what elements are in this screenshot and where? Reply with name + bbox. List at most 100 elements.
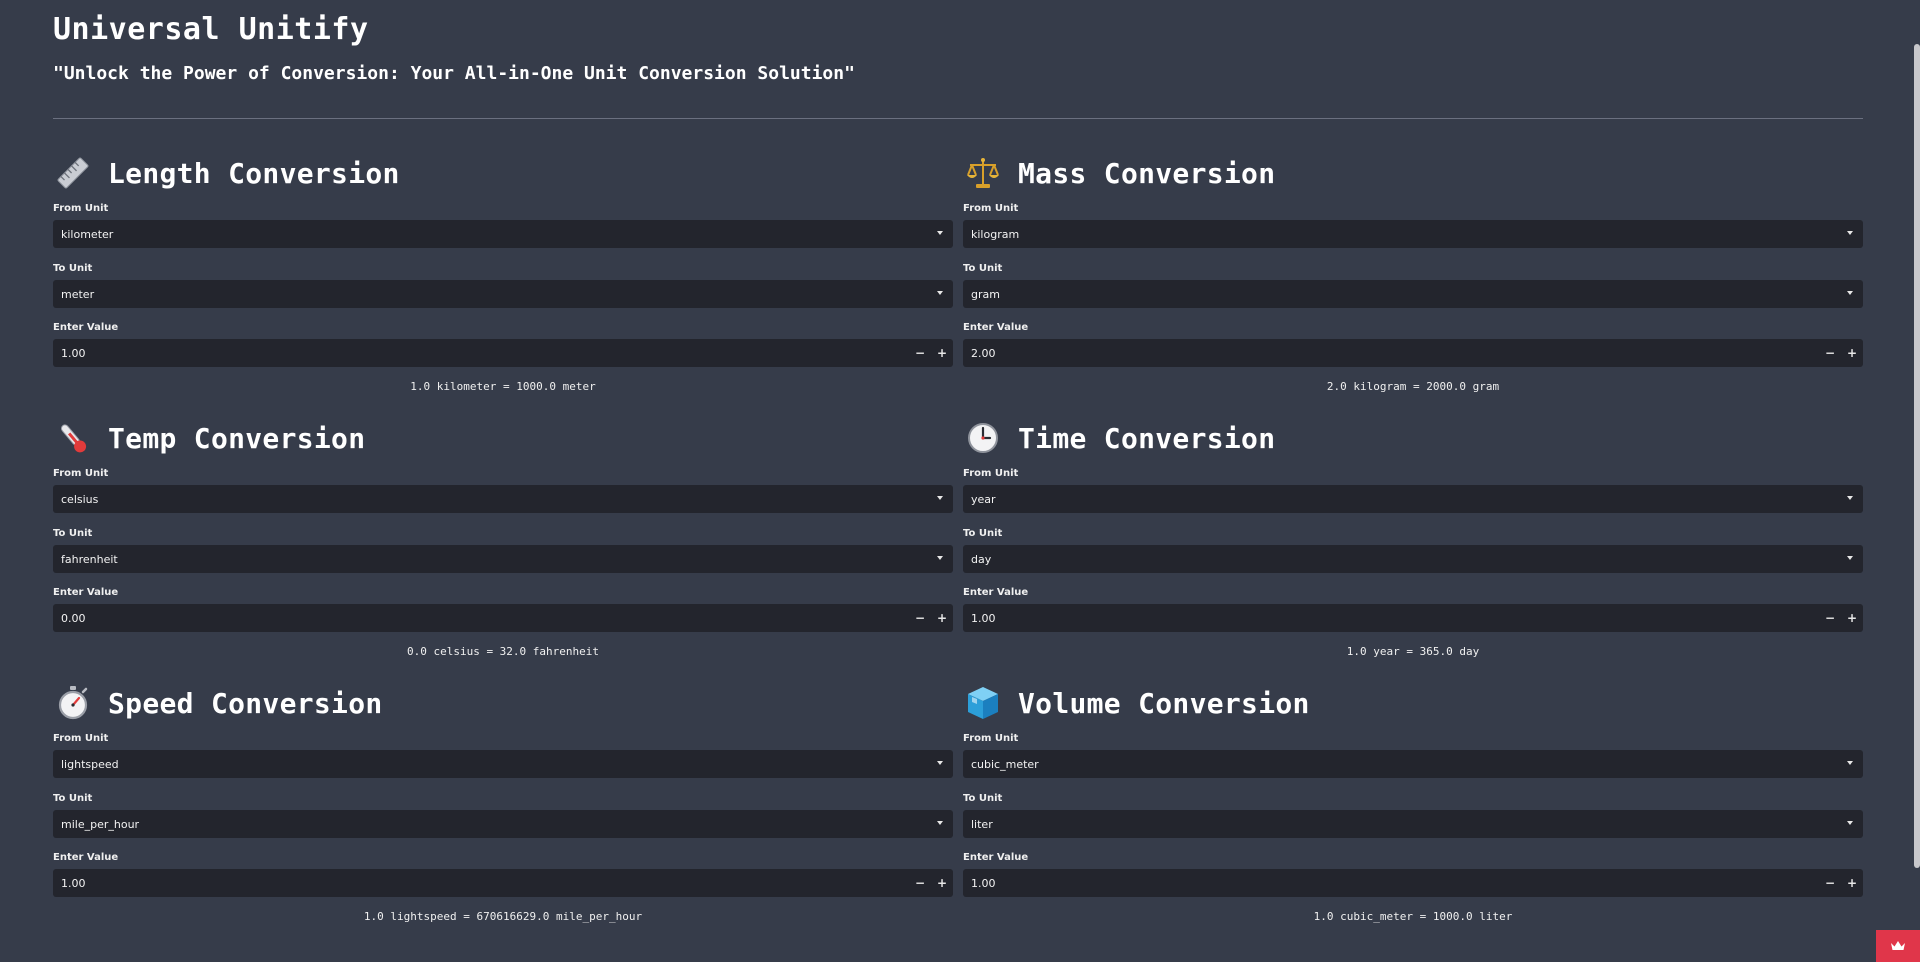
volume-conversion-section: Volume Conversion From Unit cubic_meter …	[963, 683, 1863, 928]
from-unit-label: From Unit	[963, 203, 1019, 214]
to-unit-value: meter	[61, 287, 95, 301]
to-unit-select[interactable]: mile_per_hour	[53, 810, 953, 838]
chevron-down-icon	[1847, 821, 1853, 825]
value-number-input[interactable]: 1.00 − +	[53, 339, 953, 367]
from-unit-select[interactable]: kilometer	[53, 220, 953, 248]
app-subtitle: "Unlock the Power of Conversion: Your Al…	[53, 63, 855, 84]
crown-badge-button[interactable]	[1876, 930, 1920, 962]
vertical-scrollbar[interactable]	[1914, 44, 1920, 868]
from-unit-select[interactable]: lightspeed	[53, 750, 953, 778]
value-input-text[interactable]: 1.00	[963, 612, 996, 625]
from-unit-value: cubic_meter	[971, 757, 1039, 771]
from-unit-value: kilogram	[971, 227, 1020, 241]
section-title: Time Conversion	[1018, 421, 1276, 455]
increment-button[interactable]: +	[1841, 339, 1863, 367]
speed-conversion-section: Speed Conversion From Unit lightspeed To…	[53, 683, 953, 928]
clock-icon	[963, 418, 1003, 458]
chevron-down-icon	[937, 496, 943, 500]
decrement-button[interactable]: −	[909, 339, 931, 367]
balance-scale-icon	[963, 153, 1003, 193]
conversion-result: 1.0 year = 365.0 day	[1346, 645, 1480, 658]
crown-icon	[1890, 937, 1906, 956]
to-unit-label: To Unit	[963, 263, 1003, 274]
enter-value-label: Enter Value	[53, 322, 119, 333]
chevron-down-icon	[1847, 291, 1853, 295]
thermometer-icon	[53, 418, 93, 458]
increment-button[interactable]: +	[931, 604, 953, 632]
value-input-text[interactable]: 2.00	[963, 347, 996, 360]
section-header: Time Conversion	[963, 418, 1275, 458]
value-input-text[interactable]: 1.00	[53, 347, 86, 360]
from-unit-label: From Unit	[963, 733, 1019, 744]
to-unit-select[interactable]: day	[963, 545, 1863, 573]
to-unit-select[interactable]: liter	[963, 810, 1863, 838]
decrement-button[interactable]: −	[1819, 339, 1841, 367]
to-unit-select[interactable]: meter	[53, 280, 953, 308]
value-number-input[interactable]: 2.00 − +	[963, 339, 1863, 367]
chevron-down-icon	[1847, 231, 1853, 235]
value-number-input[interactable]: 1.00 − +	[963, 869, 1863, 897]
section-header: Mass Conversion	[963, 153, 1275, 193]
chevron-down-icon	[937, 291, 943, 295]
enter-value-label: Enter Value	[963, 852, 1029, 863]
chevron-down-icon	[937, 821, 943, 825]
value-input-text[interactable]: 1.00	[963, 877, 996, 890]
enter-value-label: Enter Value	[53, 852, 119, 863]
from-unit-select[interactable]: celsius	[53, 485, 953, 513]
to-unit-select[interactable]: gram	[963, 280, 1863, 308]
to-unit-label: To Unit	[53, 793, 93, 804]
value-number-input[interactable]: 1.00 − +	[53, 869, 953, 897]
enter-value-label: Enter Value	[963, 587, 1029, 598]
increment-button[interactable]: +	[1841, 604, 1863, 632]
conversion-result: 1.0 cubic_meter = 1000.0 liter	[1313, 910, 1513, 923]
to-unit-value: liter	[971, 817, 993, 831]
section-title: Speed Conversion	[108, 686, 383, 720]
decrement-button[interactable]: −	[909, 604, 931, 632]
to-unit-value: mile_per_hour	[61, 817, 140, 831]
increment-button[interactable]: +	[931, 339, 953, 367]
conversion-result: 1.0 kilometer = 1000.0 meter	[410, 380, 596, 393]
increment-button[interactable]: +	[1841, 869, 1863, 897]
value-input-text[interactable]: 1.00	[53, 877, 86, 890]
chevron-down-icon	[1847, 761, 1853, 765]
conversion-result: 1.0 lightspeed = 670616629.0 mile_per_ho…	[363, 910, 643, 923]
value-number-input[interactable]: 1.00 − +	[963, 604, 1863, 632]
ice-cube-icon	[963, 683, 1003, 723]
chevron-down-icon	[1847, 556, 1853, 560]
to-unit-value: gram	[971, 287, 1000, 301]
to-unit-select[interactable]: fahrenheit	[53, 545, 953, 573]
section-title: Volume Conversion	[1018, 686, 1310, 720]
temp-conversion-section: Temp Conversion From Unit celsius To Uni…	[53, 418, 953, 663]
chevron-down-icon	[937, 761, 943, 765]
from-unit-value: celsius	[61, 492, 99, 506]
from-unit-value: lightspeed	[61, 757, 119, 771]
to-unit-value: fahrenheit	[61, 552, 118, 566]
app-page: Universal Unitify "Unlock the Power of C…	[0, 0, 1920, 962]
from-unit-label: From Unit	[963, 468, 1019, 479]
section-title: Length Conversion	[108, 156, 400, 190]
section-header: Length Conversion	[53, 153, 400, 193]
decrement-button[interactable]: −	[1819, 604, 1841, 632]
conversion-result: 0.0 celsius = 32.0 fahrenheit	[406, 645, 600, 658]
chevron-down-icon	[1847, 496, 1853, 500]
from-unit-label: From Unit	[53, 203, 109, 214]
to-unit-value: day	[971, 552, 992, 566]
value-number-input[interactable]: 0.00 − +	[53, 604, 953, 632]
decrement-button[interactable]: −	[909, 869, 931, 897]
length-conversion-section: Length Conversion From Unit kilometer To…	[53, 153, 953, 398]
conversion-result: 2.0 kilogram = 2000.0 gram	[1326, 380, 1500, 393]
from-unit-select[interactable]: cubic_meter	[963, 750, 1863, 778]
from-unit-select[interactable]: kilogram	[963, 220, 1863, 248]
stopwatch-icon	[53, 683, 93, 723]
from-unit-select[interactable]: year	[963, 485, 1863, 513]
increment-button[interactable]: +	[931, 869, 953, 897]
value-input-text[interactable]: 0.00	[53, 612, 86, 625]
decrement-button[interactable]: −	[1819, 869, 1841, 897]
chevron-down-icon	[937, 556, 943, 560]
from-unit-value: kilometer	[61, 227, 114, 241]
from-unit-value: year	[971, 492, 996, 506]
section-header: Volume Conversion	[963, 683, 1310, 723]
from-unit-label: From Unit	[53, 468, 109, 479]
time-conversion-section: Time Conversion From Unit year To Unit d…	[963, 418, 1863, 663]
divider	[53, 118, 1863, 119]
